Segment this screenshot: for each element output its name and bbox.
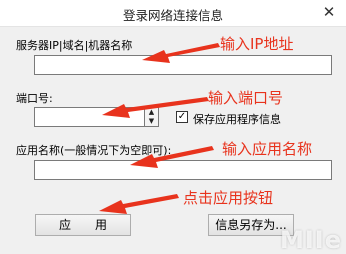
arrow-server-icon	[142, 43, 220, 63]
annotation-port: 输入端口号	[208, 89, 284, 107]
arrow-app-icon	[130, 146, 214, 168]
watermark-logo: MIIe	[279, 226, 342, 254]
arrow-apply-icon	[99, 194, 179, 214]
annotation-server: 输入IP地址	[220, 35, 294, 53]
arrow-port-icon	[102, 97, 209, 118]
annotation-apply: 点击应用按钮	[183, 189, 274, 207]
annotation-arrows	[99, 43, 220, 214]
annotation-app: 输入应用名称	[222, 140, 313, 158]
